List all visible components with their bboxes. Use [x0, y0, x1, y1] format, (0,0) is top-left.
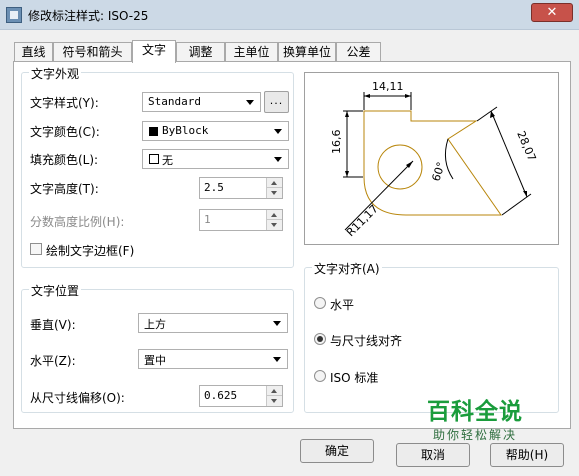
chevron-down-icon	[273, 321, 281, 326]
offset-label: 从尺寸线偏移(O):	[30, 391, 125, 405]
tab-primary-units[interactable]: 主单位	[225, 42, 278, 62]
vertical-value: 上方	[144, 318, 166, 331]
chevron-down-icon	[246, 100, 254, 105]
text-height-label: 文字高度(T):	[30, 182, 99, 196]
align-with-dimension-label: 与尺寸线对齐	[330, 334, 403, 348]
close-button[interactable]: ✕	[531, 3, 573, 22]
window-title: 修改标注样式: ISO-25	[28, 9, 149, 23]
text-placement-title: 文字位置	[29, 282, 82, 299]
text-placement-group: 文字位置 垂直(V): 上方 水平(Z): 置中 从尺寸线偏移(O): 0.62…	[21, 282, 294, 413]
spinner-down-icon[interactable]	[267, 396, 282, 406]
watermark-title: 百科全说	[427, 399, 523, 425]
text-color-label: 文字颜色(C):	[30, 125, 100, 139]
align-iso-label: ISO 标准	[330, 371, 379, 385]
ok-button[interactable]: 确定	[300, 439, 374, 463]
preview-dim-top: 14,11	[372, 80, 404, 93]
text-appearance-group: 文字外观 文字样式(Y): Standard ... 文字颜色(C): ByBl…	[21, 65, 294, 268]
align-with-dimension-radio[interactable]	[314, 333, 326, 345]
vertical-select[interactable]: 上方	[138, 313, 288, 333]
offset-value: 0.625	[204, 389, 238, 402]
app-icon	[6, 7, 22, 23]
chevron-down-icon	[273, 357, 281, 362]
tab-lines[interactable]: 直线	[14, 42, 53, 62]
text-color-select[interactable]: ByBlock	[142, 121, 289, 141]
fraction-height-spinner[interactable]: 1	[199, 209, 283, 231]
draw-frame-checkbox[interactable]	[30, 243, 42, 255]
tab-tolerances[interactable]: 公差	[336, 42, 381, 62]
preview-dim-radius: R11,17	[344, 202, 381, 239]
align-horizontal-radio[interactable]	[314, 297, 326, 309]
text-style-label: 文字样式(Y):	[30, 96, 99, 110]
watermark: 百科全说 助你轻松解决	[405, 392, 565, 452]
spinner-down-icon[interactable]	[267, 188, 282, 198]
vertical-label: 垂直(V):	[30, 318, 76, 332]
text-height-spinner[interactable]: 2.5	[199, 177, 283, 199]
empty-swatch-icon	[149, 154, 159, 164]
text-style-browse-button[interactable]: ...	[264, 91, 289, 113]
tab-fit[interactable]: 调整	[176, 42, 225, 62]
preview-circle	[377, 144, 423, 190]
spinner-buttons	[266, 210, 282, 230]
fill-color-select[interactable]: 无	[142, 149, 289, 169]
dimension-preview: 14,11 16,6 28,07 60° R11,17	[304, 72, 559, 245]
text-height-value: 2.5	[204, 181, 224, 194]
text-color-value: ByBlock	[162, 124, 209, 137]
chevron-down-icon	[274, 157, 282, 162]
watermark-subtitle: 助你轻松解决	[433, 428, 518, 442]
spinner-up-icon[interactable]	[267, 178, 282, 188]
text-tab-panel: 文字外观 文字样式(Y): Standard ... 文字颜色(C): ByBl…	[13, 61, 571, 429]
horizontal-select[interactable]: 置中	[138, 349, 288, 369]
tab-symbols-arrows[interactable]: 符号和箭头	[53, 42, 132, 62]
align-horizontal-label: 水平	[330, 298, 355, 312]
text-alignment-title: 文字对齐(A)	[312, 260, 382, 277]
spinner-down-icon[interactable]	[267, 220, 282, 230]
title-bar: 修改标注样式: ISO-25 ✕	[0, 0, 579, 30]
draw-frame-label: 绘制文字边框(F)	[46, 244, 135, 258]
tab-alternate-units[interactable]: 换算单位	[278, 42, 336, 62]
horizontal-value: 置中	[144, 354, 166, 367]
fill-color-value: 无	[162, 154, 173, 167]
text-style-value: Standard	[148, 95, 201, 108]
preview-drawing: 14,11 16,6 28,07 60° R11,17	[330, 80, 539, 239]
fraction-height-value: 1	[204, 213, 211, 226]
horizontal-label: 水平(Z):	[30, 354, 76, 368]
align-iso-radio[interactable]	[314, 370, 326, 382]
fill-color-label: 填充颜色(L):	[30, 153, 99, 167]
offset-spinner[interactable]: 0.625	[199, 385, 283, 407]
preview-dim-left: 16,6	[330, 130, 343, 155]
color-swatch-icon	[149, 127, 158, 136]
preview-dim-angle: 60°	[429, 160, 447, 183]
tab-text[interactable]: 文字	[132, 40, 176, 63]
chevron-down-icon	[274, 129, 282, 134]
spinner-up-icon[interactable]	[267, 386, 282, 396]
preview-outline	[363, 110, 502, 216]
text-style-select[interactable]: Standard	[142, 92, 261, 112]
spinner-buttons	[266, 386, 282, 406]
spinner-up-icon[interactable]	[267, 210, 282, 220]
text-appearance-title: 文字外观	[29, 65, 82, 82]
fraction-height-label: 分数高度比例(H):	[30, 215, 125, 229]
spinner-buttons	[266, 178, 282, 198]
preview-dim-right: 28,07	[514, 129, 538, 163]
